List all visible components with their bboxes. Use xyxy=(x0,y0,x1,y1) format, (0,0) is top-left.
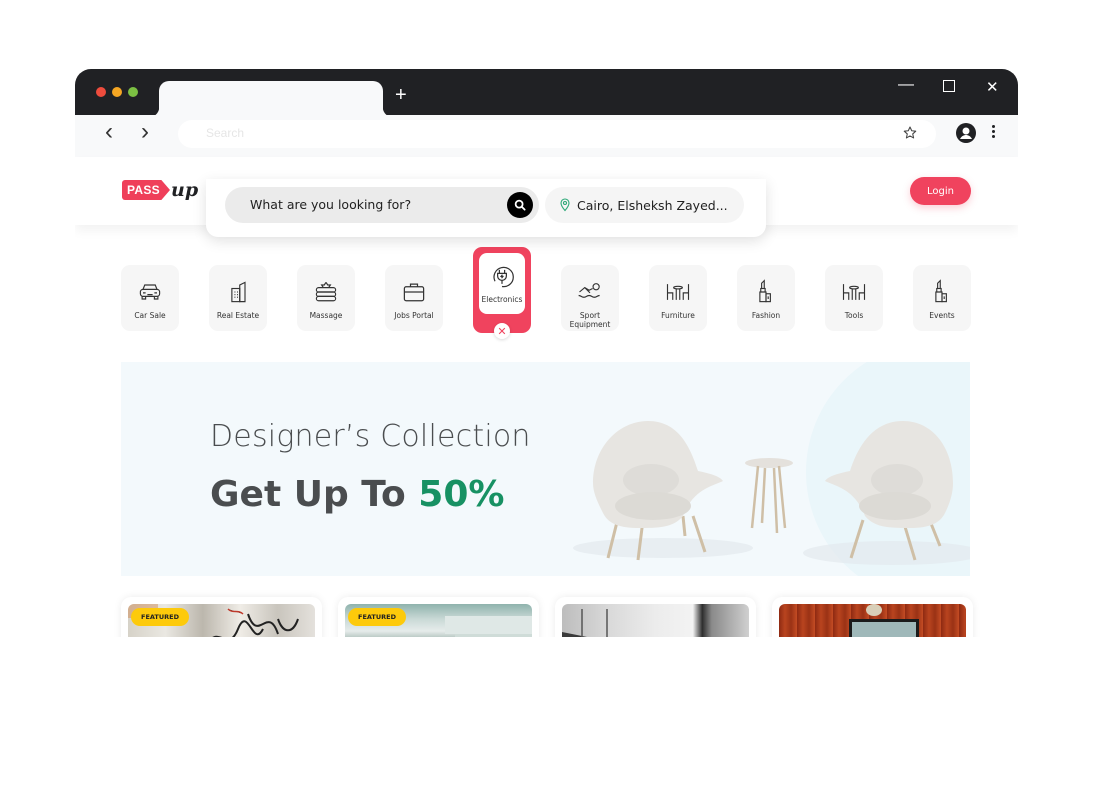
listing-cards: FEATURED FEATURED xyxy=(121,597,974,637)
address-input[interactable] xyxy=(206,126,806,140)
close-dot[interactable] xyxy=(96,87,106,97)
swimmer-icon xyxy=(578,283,600,298)
category-events[interactable]: Events xyxy=(913,265,971,331)
category-real-estate[interactable]: Real Estate xyxy=(209,265,267,331)
close-button[interactable]: ✕ xyxy=(986,78,999,96)
category-label: Furniture xyxy=(661,311,695,320)
browser-window: + — ✕ ‹ › PASS up Login Cair xyxy=(75,69,1018,637)
side-table xyxy=(745,458,793,534)
maximize-button[interactable] xyxy=(943,80,955,92)
category-label: Real Estate xyxy=(216,311,260,320)
bookmark-star-icon[interactable] xyxy=(902,125,918,141)
back-button[interactable]: ‹ xyxy=(99,118,119,146)
category-label: Electronics xyxy=(481,295,523,304)
listing-image-office xyxy=(562,604,749,637)
new-tab-button[interactable]: + xyxy=(395,85,407,105)
listing-image-building: FEATURED xyxy=(345,604,532,637)
logo-pass-text: PASS xyxy=(122,180,170,200)
listing-card[interactable] xyxy=(772,597,973,637)
passup-logo[interactable]: PASS up xyxy=(122,179,198,201)
category-tools[interactable]: Tools xyxy=(825,265,883,331)
banner-subtitle: Get Up To 50% xyxy=(210,474,504,515)
category-electronics[interactable]: Electronics ✕ xyxy=(473,247,531,339)
category-label: Events xyxy=(929,311,955,320)
featured-badge: FEATURED xyxy=(348,608,406,626)
banner-discount: 50% xyxy=(418,474,505,515)
search-icon xyxy=(514,199,526,211)
category-massage[interactable]: Massage xyxy=(297,265,355,331)
maximize-dot[interactable] xyxy=(128,87,138,97)
category-car-sale[interactable]: Car Sale xyxy=(121,265,179,331)
table-chairs-icon xyxy=(842,284,866,300)
spa-towels-icon xyxy=(315,282,337,302)
forward-button[interactable]: › xyxy=(135,118,155,146)
logo-up-text: up xyxy=(171,179,199,201)
banner-subtitle-prefix: Get Up To xyxy=(210,474,419,515)
search-button[interactable] xyxy=(507,192,533,218)
car-icon xyxy=(139,284,161,300)
banner-title: Designer’s Collection xyxy=(210,419,531,454)
category-label: Massage xyxy=(309,311,343,320)
category-jobs-portal[interactable]: Jobs Portal xyxy=(385,265,443,331)
browser-titlebar: + — ✕ xyxy=(75,69,1018,117)
search-panel: Cairo, Elsheksh Zayed... xyxy=(206,179,766,237)
category-label: Fashion xyxy=(751,311,781,320)
briefcase-icon xyxy=(403,283,425,302)
category-label: Tools xyxy=(844,311,864,320)
lipstick-icon xyxy=(935,279,947,303)
promo-banner[interactable]: Designer’s Collection Get Up To 50% xyxy=(121,362,970,576)
armchairs-illustration xyxy=(573,421,970,565)
plug-icon xyxy=(493,266,514,288)
lipstick-icon xyxy=(759,279,771,303)
category-label: Jobs Portal xyxy=(394,311,434,320)
featured-badge: FEATURED xyxy=(131,608,189,626)
search-field[interactable] xyxy=(225,187,539,223)
listing-card[interactable] xyxy=(555,597,756,637)
listing-image-graffiti: FEATURED xyxy=(128,604,315,637)
building-icon xyxy=(231,281,246,303)
category-sport-equipment[interactable]: Sport Equipment xyxy=(561,265,619,331)
category-furniture[interactable]: Furniture xyxy=(649,265,707,331)
browser-tab[interactable] xyxy=(149,81,393,117)
listing-image-living-room xyxy=(779,604,966,637)
search-input[interactable] xyxy=(250,197,500,212)
location-selector[interactable]: Cairo, Elsheksh Zayed... xyxy=(545,187,744,223)
menu-kebab-icon[interactable] xyxy=(992,125,996,140)
listing-card[interactable]: FEATURED xyxy=(121,597,322,637)
table-chairs-icon xyxy=(666,284,690,300)
category-fashion[interactable]: Fashion xyxy=(737,265,795,331)
browser-toolbar: ‹ › xyxy=(75,115,1018,157)
category-label: Sport Equipment xyxy=(569,311,611,329)
address-bar[interactable] xyxy=(178,120,936,148)
profile-avatar-icon[interactable] xyxy=(956,123,976,143)
listing-card[interactable]: FEATURED xyxy=(338,597,539,637)
minimize-dot[interactable] xyxy=(112,87,122,97)
clear-category-close-icon[interactable]: ✕ xyxy=(494,323,510,339)
category-bar: Car Sale Real Estate Massage Jobs Portal… xyxy=(121,247,981,339)
category-label: Car Sale xyxy=(134,311,166,320)
location-pin-icon xyxy=(560,198,570,212)
login-button[interactable]: Login xyxy=(910,177,971,205)
location-text: Cairo, Elsheksh Zayed... xyxy=(577,197,728,213)
minimize-button[interactable]: — xyxy=(898,76,914,94)
armchair-right xyxy=(825,421,953,561)
